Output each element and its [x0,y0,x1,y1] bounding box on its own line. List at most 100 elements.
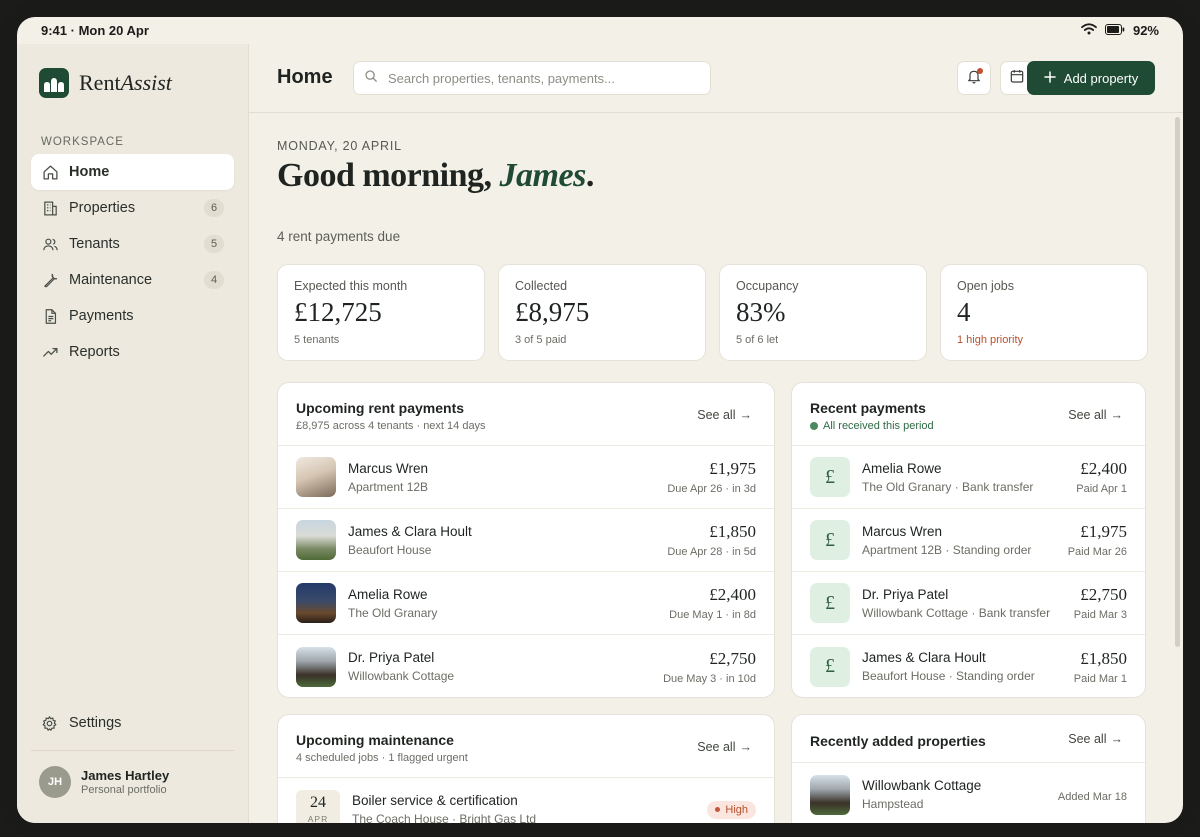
due-date: Due Apr 26 · in 3d [667,483,756,495]
due-date: Due May 1 · in 8d [669,609,756,621]
list-item[interactable]: £ Marcus Wren Apartment 12B · Standing o… [792,509,1145,572]
battery-level: 92% [1132,23,1159,38]
arrow-right-icon: → [739,740,753,754]
stat-card-open-jobs[interactable]: Open jobs 4 1 high priority [940,264,1148,361]
property-photo [296,520,336,560]
top-bar: Home Add property [249,44,1183,113]
search-input[interactable] [388,70,688,86]
card-title: Upcoming rent payments [296,400,465,416]
job-title: Boiler service & certification [352,793,518,808]
sidebar-item-maintenance[interactable]: Maintenance 4 [31,262,234,298]
list-item[interactable]: Willowbank Cottage Hampstead Added Mar 1… [792,763,1145,823]
list-item[interactable]: Amelia Rowe The Old Granary £2,400 Due M… [278,572,774,635]
stat-card-collected[interactable]: Collected £8,975 3 of 5 paid [498,264,706,361]
stat-card-expected[interactable]: Expected this month £12,725 5 tenants [277,264,485,361]
stat-value: 4 [957,297,971,327]
sidebar-item-payments[interactable]: Payments [31,298,234,334]
page-title: Home [277,66,333,88]
sidebar: RentAssist WORKSPACE Home Properties 6 T… [17,44,249,823]
user-name: James Hartley [81,768,170,783]
notification-dot [977,68,983,74]
sidebar-nav: Home Properties 6 Tenants 5 Maintenance … [31,154,234,370]
list-item[interactable]: £ Dr. Priya Patel Willowbank Cottage · B… [792,572,1145,635]
see-all-link[interactable]: See all → [697,740,752,754]
property-name: Willowbank Cottage [862,778,982,793]
property-photo [296,457,336,497]
stat-value: £12,725 [294,297,382,327]
arrow-right-icon: → [1110,408,1124,422]
stat-label: Open jobs [957,279,1014,293]
payment-amount: £1,850 [1080,648,1127,668]
search-box[interactable] [353,61,711,95]
payment-detail: The Old Granary · Bank transfer [862,479,1034,494]
avatar: JH [39,766,71,798]
payment-amount: £2,750 [1080,585,1127,604]
notifications-button[interactable] [957,61,991,95]
sidebar-item-label: Payments [69,308,134,324]
sidebar-item-home[interactable]: Home [31,154,234,190]
wrench-icon [41,271,59,289]
payment-detail: Apartment 12B · Standing order [862,542,1032,557]
settings-label: Settings [69,715,122,731]
date-day: 24 [310,794,326,811]
list-item[interactable]: James & Clara Hoult Beaufort House £1,85… [278,509,774,572]
payments-due-summary: 4 rent payments due [277,229,401,244]
list-item[interactable]: £ Amelia Rowe The Old Granary · Bank tra… [792,446,1145,509]
due-date: Due May 3 · in 10d [663,672,756,685]
stat-card-occupancy[interactable]: Occupancy 83% 5 of 6 let [719,264,927,361]
workspace-label: WORKSPACE [41,136,124,148]
user-subtitle: Personal portfolio [81,784,167,796]
stat-subtext: 5 of 6 let [736,334,779,346]
recent-payments-card: Recent payments All received this period… [791,382,1146,698]
sidebar-item-label: Reports [69,344,120,360]
add-property-label: Add property [1063,70,1139,86]
due-date: Due Apr 28 · in 5d [667,546,756,558]
pound-icon: £ [810,520,850,560]
pound-icon: £ [810,583,850,623]
rent-amount: £1,975 [709,459,756,478]
status-bar: 9:41 · Mon 20 Apr 92% [17,17,1183,44]
status-time: 9:41 · Mon 20 Apr [41,23,149,38]
rent-amount: £1,850 [709,522,756,541]
paid-date: Paid Apr 1 [1076,483,1127,495]
users-icon [41,235,59,253]
sidebar-item-properties[interactable]: Properties 6 [31,190,234,226]
sidebar-item-reports[interactable]: Reports [31,334,234,370]
sidebar-item-label: Home [69,164,110,180]
tenant-name: James & Clara Hoult [348,523,472,539]
scrollbar[interactable] [1175,117,1180,647]
list-item[interactable]: 24 APR Boiler service & certification Th… [278,778,774,823]
user-profile[interactable]: JH James Hartley Personal portfolio [39,766,169,798]
stat-value: 83% [736,297,786,327]
sidebar-item-tenants[interactable]: Tenants 5 [31,226,234,262]
recently-added-card: Recently added properties See all → Willo… [791,714,1146,823]
see-all-link[interactable]: See all → [1068,732,1123,746]
added-date: Added Mar 18 [1057,790,1127,803]
plus-icon [1044,70,1056,86]
greeting: Good morning, James. [277,157,594,194]
screen: 9:41 · Mon 20 Apr 92% RentAssist WORKSPA… [17,17,1183,823]
document-icon [41,307,59,325]
card-title: Upcoming maintenance [296,732,454,748]
brand[interactable]: RentAssist [39,68,172,98]
payer-name: Dr. Priya Patel [862,586,949,602]
stat-label: Collected [515,279,568,293]
settings-link[interactable]: Settings [41,714,121,732]
stat-subtext-alert: 1 high priority [957,334,1024,346]
tenant-name: Dr. Priya Patel [348,650,435,665]
payment-detail: Beaufort House · Standing order [862,669,1035,683]
paid-date: Paid Mar 3 [1073,609,1127,621]
see-all-link[interactable]: See all → [1068,408,1123,422]
payer-name: James & Clara Hoult [862,650,986,665]
add-property-button[interactable]: Add property [1027,61,1155,95]
list-item[interactable]: £ James & Clara Hoult Beaufort House · S… [792,635,1145,697]
search-icon [364,69,378,88]
stat-label: Occupancy [736,279,799,293]
list-item[interactable]: Marcus Wren Apartment 12B £1,975 Due Apr… [278,446,774,509]
see-all-link[interactable]: See all → [697,408,752,422]
list-item[interactable]: Dr. Priya Patel Willowbank Cottage £2,75… [278,635,774,697]
tenant-name: Marcus Wren [348,460,429,476]
count-badge: 4 [204,271,224,289]
pound-icon: £ [810,646,850,687]
priority-dot-icon [715,807,721,812]
